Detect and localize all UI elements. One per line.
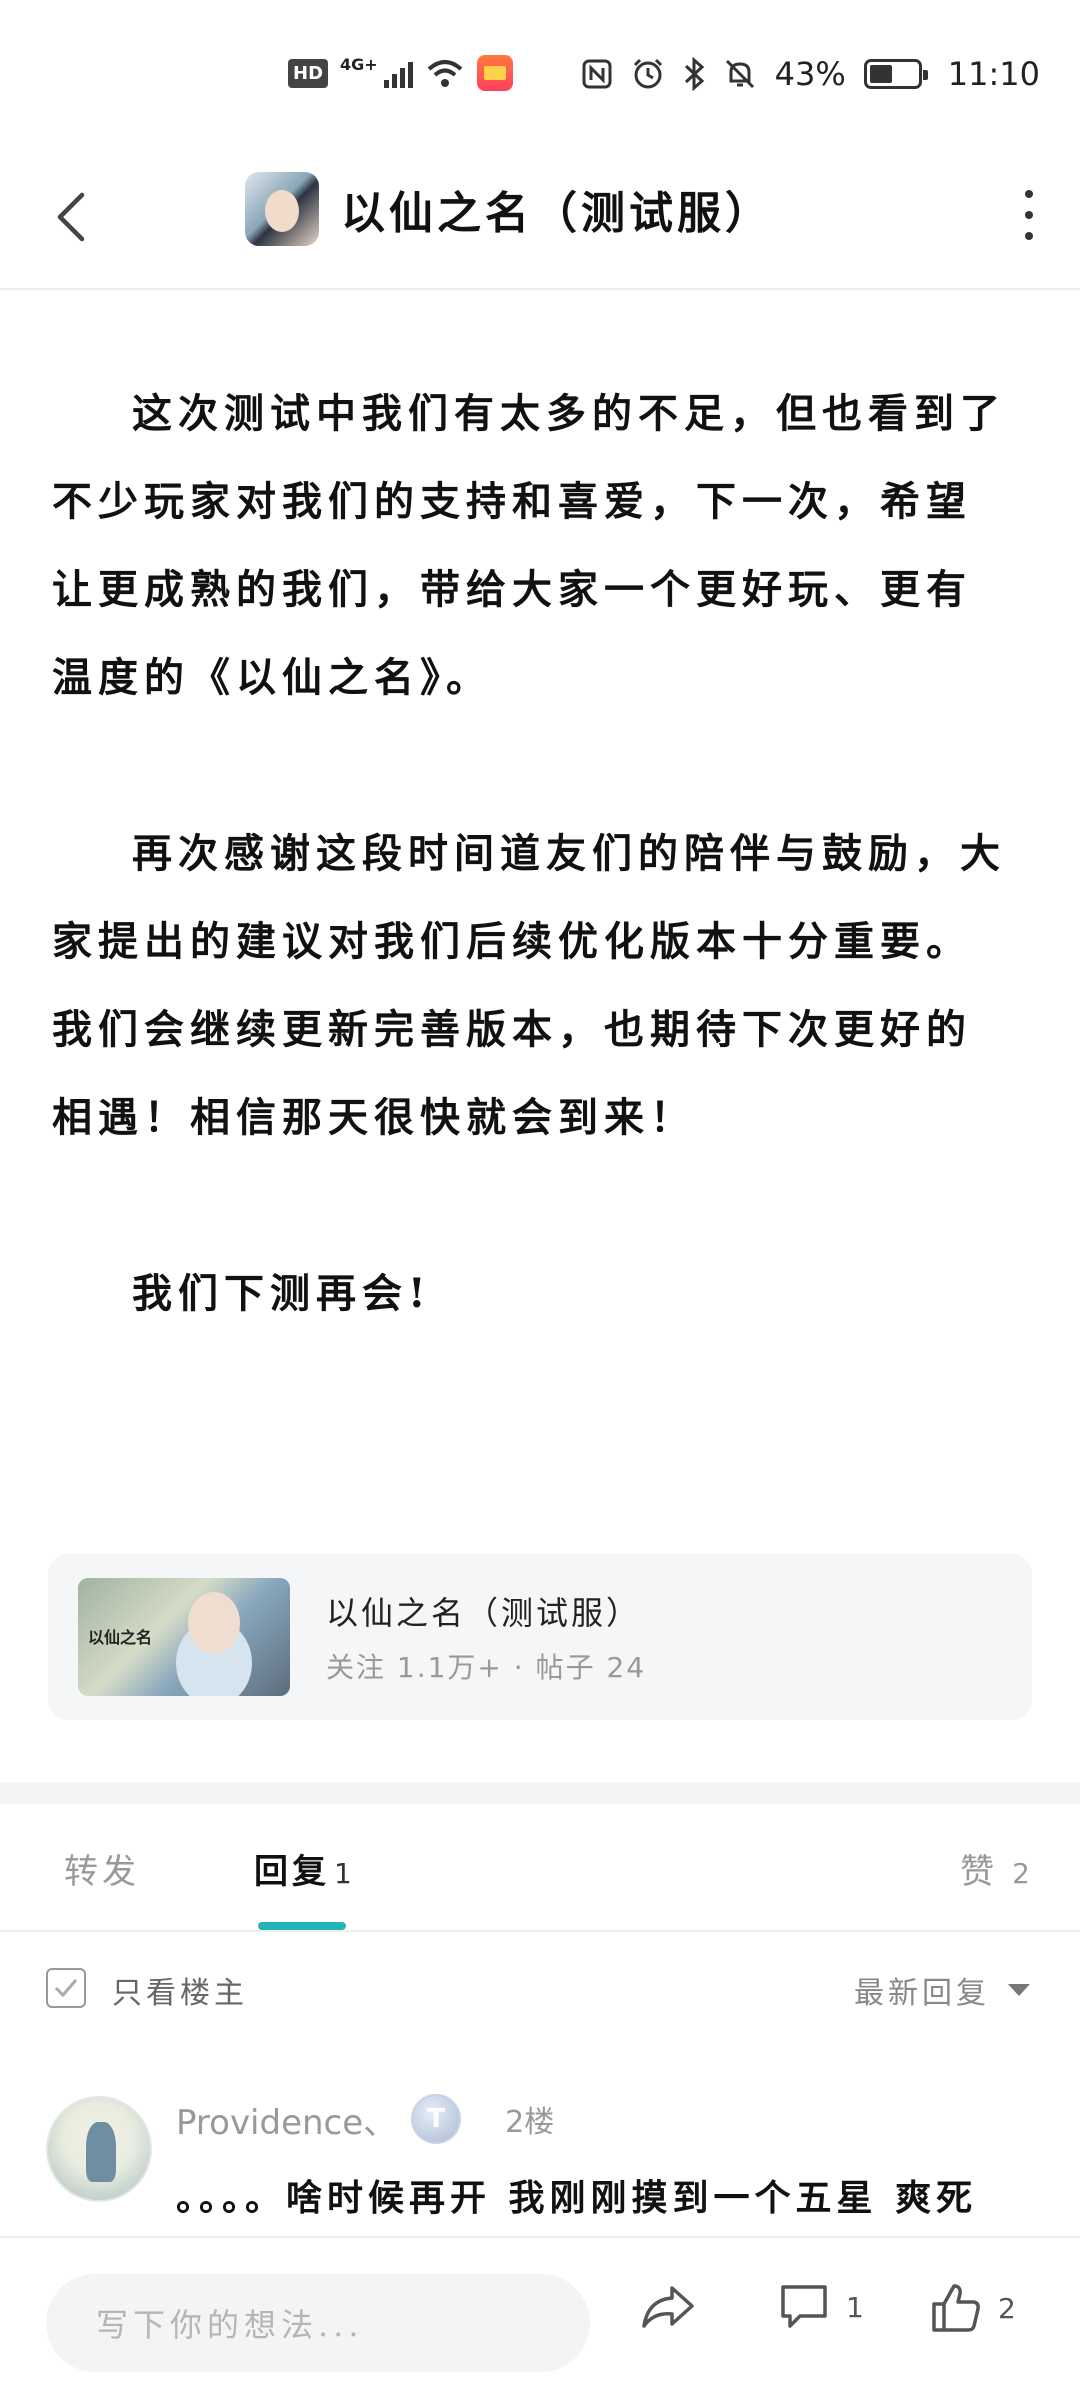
- reply-text: 。。。。啥时候再开 我刚刚摸到一个五星 爽死了啊: [176, 2177, 978, 2219]
- check-icon: [54, 1979, 78, 1998]
- sort-dropdown[interactable]: 最新回复: [854, 1968, 1030, 2012]
- clock: 11:10: [947, 55, 1040, 93]
- status-right: 43% 11:10: [581, 55, 1040, 93]
- hd-badge: HD: [288, 58, 329, 88]
- sort-label: 最新回复: [854, 1976, 990, 2011]
- tab-like-count: 2: [1012, 1857, 1030, 1890]
- comment-icon: [781, 2285, 827, 2328]
- paragraph: 我们下测再会!: [132, 1270, 432, 1317]
- wifi-icon: [427, 60, 463, 87]
- forum-avatar: [245, 172, 319, 246]
- comment-input[interactable]: 写下你的想法...: [46, 2274, 590, 2372]
- alarm-icon: [633, 58, 662, 89]
- tab-indicator: [258, 1922, 346, 1930]
- battery-icon: [863, 59, 928, 89]
- tab-reply[interactable]: 回复 1: [254, 1844, 352, 1893]
- like-button[interactable]: 2: [930, 2282, 1016, 2334]
- reply-item: Providence、 T 2楼 。。。。啥时候再开 我刚刚摸到一个五星 爽死了…: [0, 2056, 1080, 2236]
- back-button[interactable]: [46, 182, 96, 252]
- share-button[interactable]: [640, 2282, 696, 2332]
- filter-row: 只看楼主 最新回复: [0, 1932, 1080, 2056]
- thumbs-up-icon: [932, 2284, 980, 2332]
- reply-username[interactable]: Providence、: [176, 2095, 397, 2144]
- comment-button[interactable]: 1: [778, 2282, 864, 2332]
- battery-percent: 43%: [774, 55, 846, 93]
- app-notification-icon: [476, 55, 513, 91]
- like-count: 2: [998, 2291, 1016, 2325]
- comment-count: 1: [846, 2290, 864, 2324]
- nfc-icon: [582, 59, 612, 89]
- section-divider: [0, 1782, 1080, 1804]
- bottom-action-bar: 写下你的想法... 1 2: [0, 2236, 1080, 2400]
- tab-repost[interactable]: 转发: [64, 1844, 140, 1893]
- forum-stats: 关注 1.1万+ · 帖子 24: [326, 1651, 647, 1684]
- nav-bar: 以仙之名（测试服）: [0, 150, 1080, 290]
- status-bar: HD 4G+ 43% 11:10: [0, 0, 1080, 150]
- forum-name: 以仙之名（测试服）: [326, 1594, 642, 1632]
- more-menu-button[interactable]: [1022, 190, 1036, 240]
- status-left: HD 4G+: [288, 55, 513, 91]
- paragraph: 这次测试中我们有太多的不足，但也看到了不少玩家对我们的支持和喜爱，下一次，希望让…: [52, 390, 1006, 701]
- paragraph: 再次感谢这段时间道友们的陪伴与鼓励，大家提出的建议对我们后续优化版本十分重要。我…: [52, 830, 1006, 1141]
- reply-user-row: Providence、 T 2楼: [176, 2094, 554, 2144]
- forum-thumbnail: 以仙之名: [78, 1578, 290, 1696]
- post-body: 这次测试中我们有太多的不足，但也看到了不少玩家对我们的支持和喜爱，下一次，希望让…: [52, 370, 1012, 1338]
- page-title: 以仙之名（测试服）: [341, 188, 773, 239]
- tab-like-label: 赞: [960, 1852, 999, 1892]
- forum-card[interactable]: 以仙之名 以仙之名（测试服） 关注 1.1万+ · 帖子 24: [48, 1554, 1032, 1720]
- tab-like[interactable]: 赞2: [960, 1844, 1030, 1893]
- level-badge: T: [411, 2094, 462, 2144]
- floor-number: 2楼: [505, 2105, 555, 2140]
- signal-icon: [383, 58, 413, 88]
- chevron-left-icon: [57, 192, 85, 242]
- nav-forum-header[interactable]: 以仙之名（测试服）: [245, 172, 773, 246]
- mute-icon: [725, 59, 754, 89]
- tab-repost-label: 转发: [64, 1852, 140, 1892]
- share-icon: [642, 2286, 694, 2328]
- bluetooth-icon: [684, 57, 704, 91]
- tab-reply-count: 1: [334, 1857, 352, 1890]
- avatar[interactable]: [46, 2096, 152, 2202]
- tab-bar: 转发 回复 1 赞2: [0, 1804, 1080, 1932]
- signal-label: 4G+: [340, 55, 378, 74]
- only-op-checkbox[interactable]: [46, 1968, 86, 2008]
- tab-reply-label: 回复: [254, 1852, 330, 1892]
- chevron-down-icon: [1008, 1984, 1030, 1996]
- only-op-label[interactable]: 只看楼主: [112, 1968, 248, 2012]
